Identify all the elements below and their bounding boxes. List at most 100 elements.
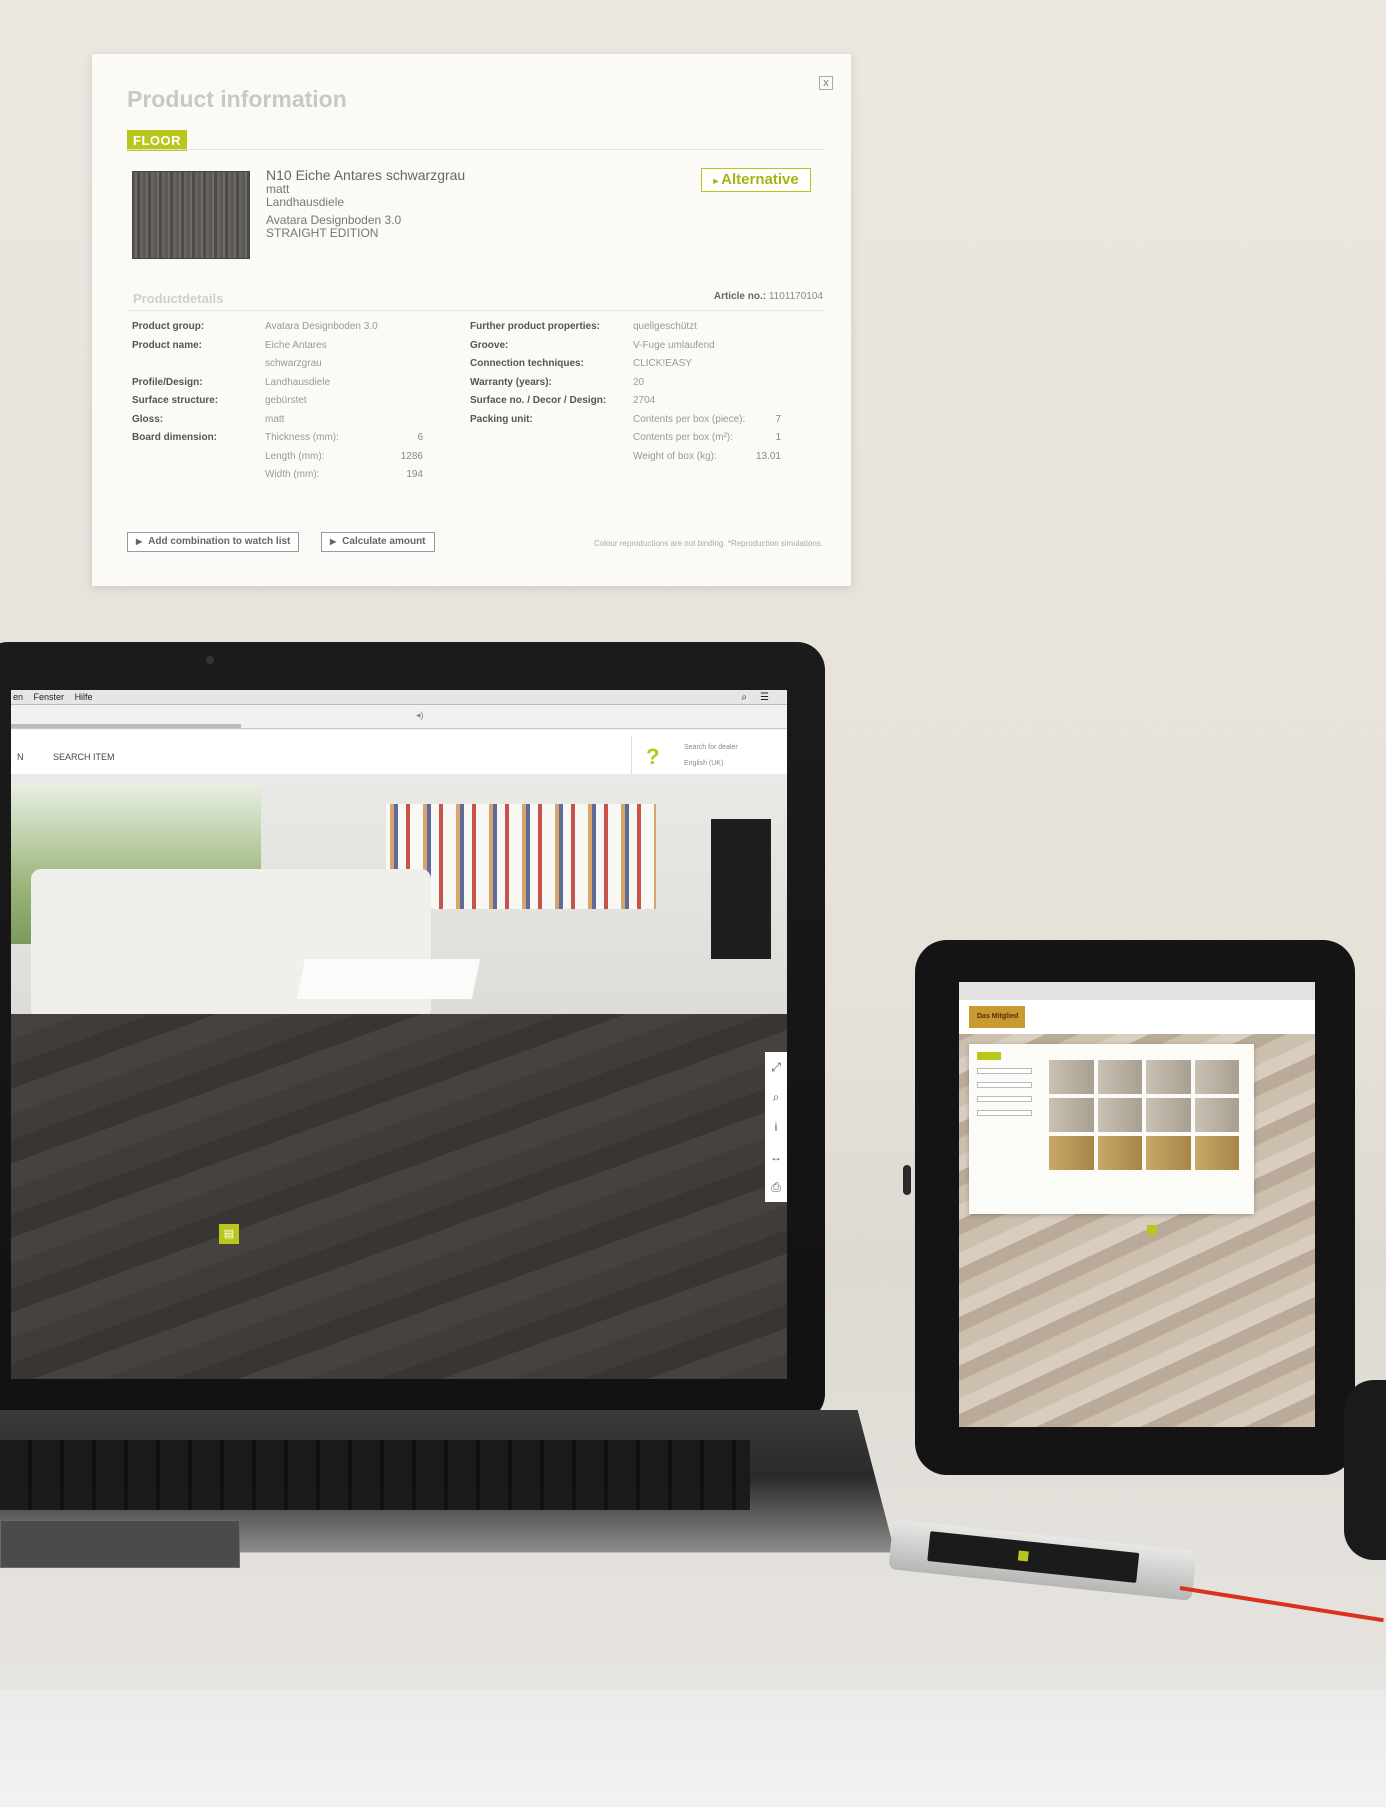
language-select[interactable]: English (UK): [684, 760, 723, 767]
dealer-search-link[interactable]: Search for dealer: [684, 744, 738, 751]
detail-value: 20: [633, 376, 645, 388]
play-icon: ▶: [136, 537, 143, 546]
close-icon[interactable]: x: [819, 76, 833, 90]
detail-value: quellgeschützt: [633, 321, 697, 332]
product-swatch-image: [132, 171, 250, 259]
help-icon[interactable]: ?: [646, 744, 659, 770]
detail-number: [385, 392, 423, 411]
details-right-column: Further product properties: quellgeschütz…: [470, 318, 781, 466]
detail-number: [385, 318, 423, 337]
detail-number: [751, 337, 781, 356]
filter-select[interactable]: [977, 1110, 1032, 1116]
fullscreen-icon[interactable]: ⤢: [765, 1052, 787, 1082]
loading-bar: [11, 724, 241, 728]
logo[interactable]: Das Mitglied: [969, 1006, 1025, 1028]
tablet-browser-bar: [959, 982, 1315, 1000]
article-label: Article no.:: [713, 291, 767, 302]
desk-surface: [0, 1690, 1386, 1807]
product-name: N10 Eiche Antares schwarzgrau: [266, 167, 466, 183]
product-information-panel: x Product information FLOOR N10 Eiche An…: [92, 54, 851, 586]
tablet-site-header: Das Mitglied: [959, 1000, 1315, 1034]
detail-number: 6: [417, 432, 423, 443]
search-icon[interactable]: ⌕: [741, 690, 747, 705]
filter-select[interactable]: [977, 1068, 1032, 1074]
floor-hotspot-icon[interactable]: [1147, 1225, 1157, 1235]
browser-address-bar[interactable]: ◂): [11, 705, 787, 729]
floor-swatch[interactable]: [1146, 1060, 1191, 1094]
floor-swatch[interactable]: [1049, 1136, 1094, 1170]
floor-swatch[interactable]: [1097, 1098, 1142, 1132]
detail-value: Contents per box (piece):: [633, 413, 746, 425]
floor-swatch[interactable]: [1097, 1060, 1142, 1094]
phone-app-icon: [1017, 1550, 1029, 1562]
measure-icon[interactable]: ↔: [765, 1142, 787, 1172]
menu-item-view[interactable]: en: [13, 692, 23, 702]
detail-number: 7: [775, 413, 781, 425]
menu-item-window[interactable]: Fenster: [34, 692, 65, 702]
nav-item-search[interactable]: SEARCH ITEM: [53, 752, 115, 762]
tool-column: ⤢ ⌕ i ↔ ⎙: [765, 1052, 787, 1202]
tablet-screen: Das Mitglied: [959, 982, 1315, 1427]
detail-number: [385, 337, 423, 374]
site-navigation: N SEARCH ITEM ? Search for dealer Englis…: [11, 730, 787, 778]
detail-value: Landhausdiele: [265, 376, 331, 388]
detail-value: Width (mm):: [265, 469, 320, 480]
detail-number: [385, 411, 423, 430]
list-icon[interactable]: ☰: [760, 690, 769, 705]
detail-label: Profile/Design:: [132, 376, 203, 388]
detail-label: [470, 448, 633, 467]
detail-label: Product name:: [132, 339, 203, 351]
detail-number: 1286: [400, 450, 423, 462]
detail-label: Gloss:: [132, 413, 164, 425]
alternative-button[interactable]: ▸ Alternative: [701, 168, 811, 192]
phone-screen: [927, 1531, 1140, 1583]
tablet-floor-selector: [969, 1044, 1254, 1214]
info-icon[interactable]: i: [765, 1112, 787, 1142]
panel-title: Product information: [127, 86, 347, 112]
headphones: [1344, 1380, 1386, 1560]
os-menu-bar: en Fenster Hilfe ⌕ ☰: [11, 690, 787, 705]
floor-swatch[interactable]: [1146, 1098, 1191, 1132]
floor-hotspot-icon[interactable]: ▤: [219, 1224, 239, 1244]
touchpad: [0, 1520, 240, 1568]
detail-value: Contents per box (m²):: [633, 432, 734, 443]
zoom-icon[interactable]: ⌕: [765, 1082, 787, 1112]
detail-number: [751, 318, 781, 337]
keyboard: [0, 1440, 750, 1510]
menu-item-help[interactable]: Hilfe: [75, 692, 93, 702]
detail-label: Further product properties:: [470, 321, 601, 332]
floor-tag: FLOOR: [127, 130, 187, 151]
play-icon: ▶: [330, 537, 337, 546]
details-header: Productdetails Article no.: 1101170104: [127, 289, 823, 311]
detail-number: 194: [406, 469, 423, 480]
floor-swatch[interactable]: [1049, 1060, 1094, 1094]
speaker-icon[interactable]: ◂): [416, 710, 424, 721]
product-gloss: matt: [266, 182, 290, 196]
floor-swatch[interactable]: [1194, 1098, 1239, 1132]
floor-swatch-grid: [1049, 1060, 1239, 1170]
article-value: 1101170104: [768, 291, 823, 302]
filter-select[interactable]: [977, 1096, 1032, 1102]
detail-value: 2704: [633, 395, 656, 406]
floor-swatch[interactable]: [1194, 1136, 1239, 1170]
nav-item-previous[interactable]: N: [17, 752, 24, 762]
floor-swatch[interactable]: [1049, 1098, 1094, 1132]
add-to-watch-list-button[interactable]: ▶ Add combination to watch list: [127, 532, 300, 552]
detail-label: Board dimension:: [132, 432, 218, 443]
calculate-amount-button[interactable]: ▶ Calculate amount: [321, 532, 435, 552]
floor-swatch[interactable]: [1097, 1136, 1142, 1170]
detail-label: Warranty (years):: [470, 376, 552, 388]
filter-list: [977, 1068, 1032, 1124]
floor-swatch[interactable]: [1194, 1060, 1239, 1094]
floor-swatch[interactable]: [1146, 1136, 1191, 1170]
print-icon[interactable]: ⎙: [765, 1172, 787, 1202]
detail-label: Product group:: [132, 321, 205, 332]
tablet: Das Mitglied: [903, 940, 1355, 1475]
laptop-screen: en Fenster Hilfe ⌕ ☰ ◂) N SEARCH ITEM ? …: [11, 690, 787, 1379]
product-edition: STRAIGHT EDITION: [266, 226, 379, 240]
detail-value: gebürstet: [265, 395, 307, 406]
detail-number: 1: [775, 432, 781, 443]
detail-label: Connection techniques:: [470, 358, 584, 369]
filter-select[interactable]: [977, 1082, 1032, 1088]
detail-number: 13.01: [755, 450, 781, 462]
